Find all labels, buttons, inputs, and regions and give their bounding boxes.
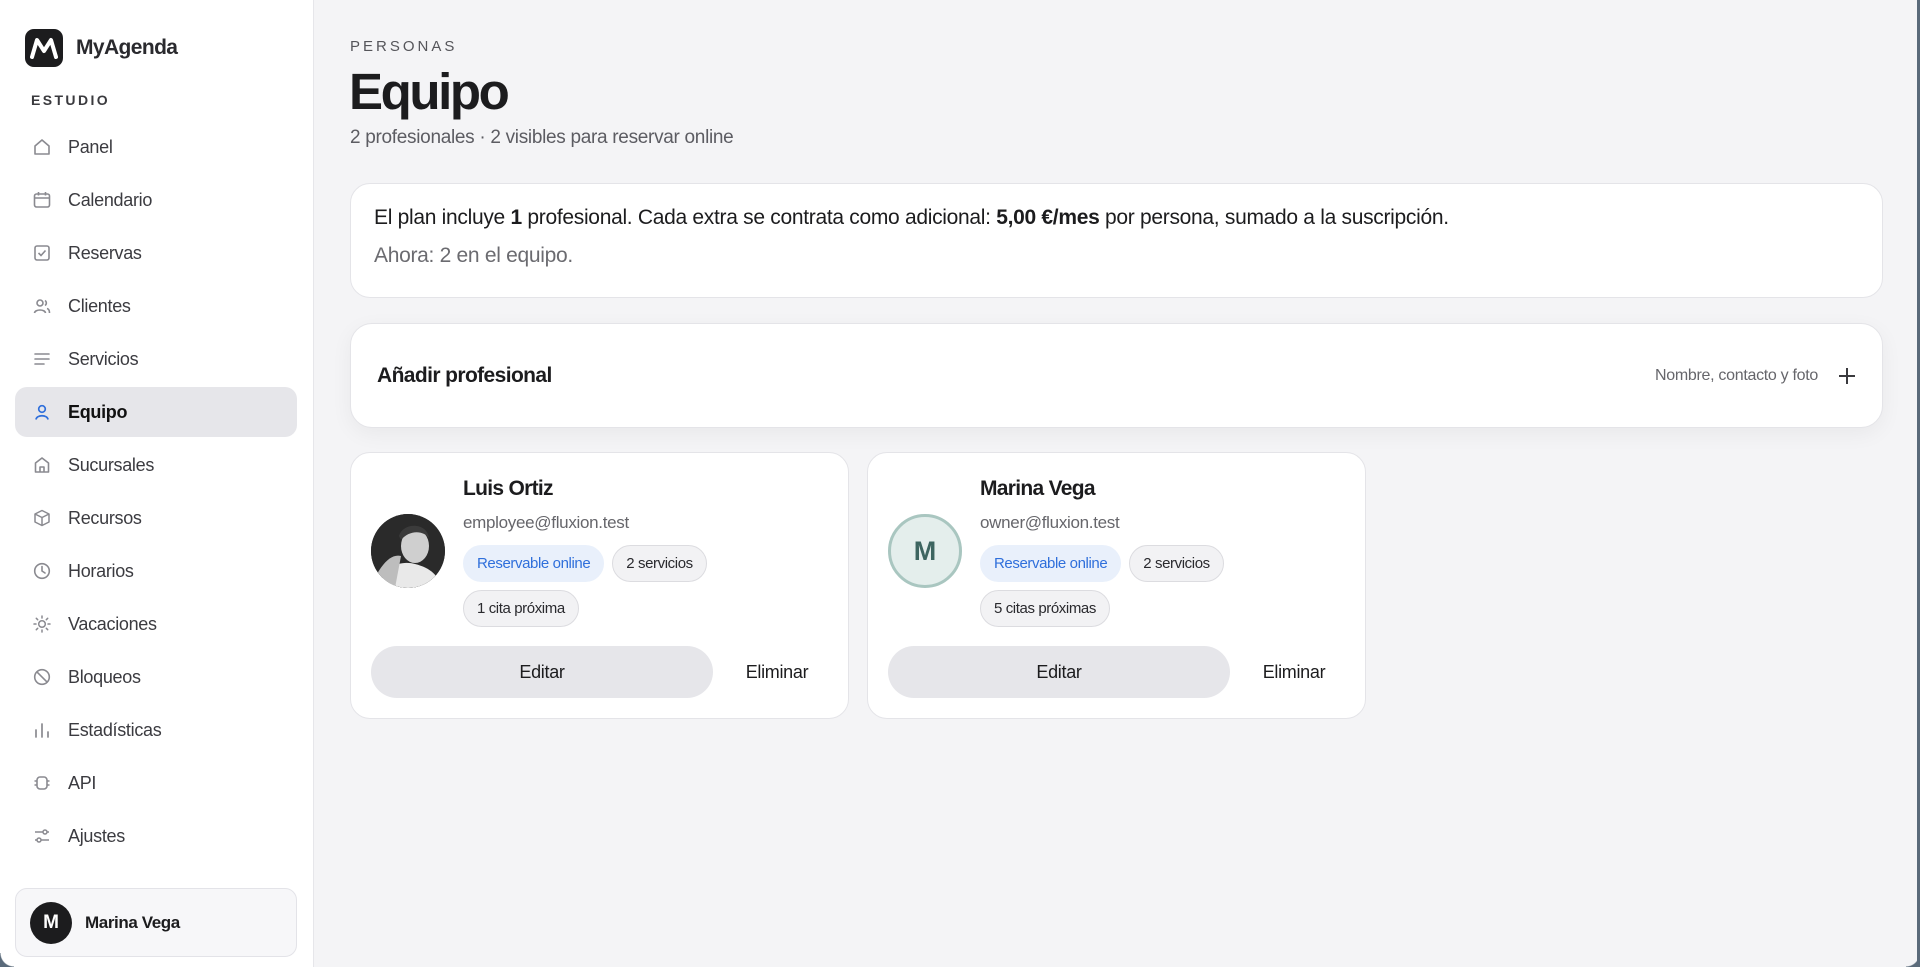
- plan-text: por persona, sumado a la suscripción.: [1099, 206, 1449, 229]
- home-icon: [32, 137, 52, 157]
- sliders-icon: [32, 826, 52, 846]
- member-email: owner@fluxion.test: [980, 513, 1120, 532]
- member-email: employee@fluxion.test: [463, 513, 629, 532]
- team-member-card: Luis Ortiz employee@fluxion.test Reserva…: [350, 452, 849, 719]
- calendar-icon: [32, 190, 52, 210]
- users-icon: [32, 296, 52, 316]
- page-title: Equipo: [349, 63, 510, 120]
- sidebar-item-bloqueos[interactable]: Bloqueos: [15, 652, 297, 702]
- sidebar-item-estadisticas[interactable]: Estadísticas: [15, 705, 297, 755]
- sidebar-item-recursos[interactable]: Recursos: [15, 493, 297, 543]
- sidebar-item-reservas[interactable]: Reservas: [15, 228, 297, 278]
- appointments-badge: 1 cita próxima: [463, 590, 579, 627]
- clock-icon: [32, 561, 52, 581]
- sidebar-item-label: Clientes: [68, 295, 131, 316]
- sidebar-item-label: API: [68, 772, 97, 793]
- sidebar-item-label: Bloqueos: [68, 666, 141, 687]
- profile-photo-icon: [371, 514, 445, 588]
- sidebar-item-panel[interactable]: Panel: [15, 122, 297, 172]
- sidebar-item-calendario[interactable]: Calendario: [15, 175, 297, 225]
- list-icon: [32, 349, 52, 369]
- status-badge: Reservable online: [463, 545, 605, 582]
- sidebar-item-equipo[interactable]: Equipo: [15, 387, 297, 437]
- plan-info-card: El plan incluye 1 profesional. Cada extr…: [350, 183, 1883, 298]
- user-icon: [32, 402, 52, 422]
- plus-icon[interactable]: [1838, 367, 1856, 385]
- edit-button[interactable]: Editar: [371, 646, 713, 698]
- sidebar-section-label: ESTUDIO: [31, 92, 111, 108]
- sidebar-item-label: Recursos: [68, 507, 142, 528]
- user-menu[interactable]: M Marina Vega: [15, 888, 297, 957]
- sidebar-item-label: Estadísticas: [68, 719, 162, 740]
- building-icon: [32, 455, 52, 475]
- window-frame-corner: [0, 953, 14, 967]
- plan-current-count: Ahora: 2 en el equipo.: [374, 244, 573, 267]
- services-badge: 2 servicios: [1129, 545, 1224, 582]
- member-name: Luis Ortiz: [463, 477, 554, 500]
- edit-button[interactable]: Editar: [888, 646, 1230, 698]
- plan-text: profesional. Cada extra se contrata como…: [521, 206, 997, 229]
- sidebar-item-label: Servicios: [68, 348, 139, 369]
- delete-button[interactable]: Eliminar: [723, 646, 831, 698]
- add-professional-title: Añadir profesional: [377, 363, 552, 387]
- plan-included-count: 1: [510, 206, 522, 229]
- avatar: M: [30, 901, 72, 944]
- sidebar-item-vacaciones[interactable]: Vacaciones: [15, 599, 297, 649]
- services-badge: 2 servicios: [612, 545, 707, 582]
- brand[interactable]: MyAgenda: [25, 29, 178, 67]
- sidebar-nav: Panel Calendario Reservas Clientes Servi…: [15, 122, 297, 864]
- sidebar: MyAgenda ESTUDIO Panel Calendario Reserv…: [0, 0, 314, 967]
- sidebar-item-label: Reservas: [68, 242, 142, 263]
- brand-name: MyAgenda: [76, 36, 178, 59]
- appointments-badge: 5 citas próximas: [980, 590, 1110, 627]
- box-icon: [32, 508, 52, 528]
- sidebar-item-label: Vacaciones: [68, 613, 157, 634]
- bar-chart-icon: [32, 720, 52, 740]
- member-chips: Reservable online 2 servicios 5 citas pr…: [980, 545, 1250, 627]
- sidebar-item-servicios[interactable]: Servicios: [15, 334, 297, 384]
- main-content: PERSONAS Equipo 2 profesionales · 2 visi…: [314, 0, 1920, 967]
- add-professional-hint: Nombre, contacto y foto: [1655, 366, 1818, 384]
- team-member-card: M Marina Vega owner@fluxion.test Reserva…: [867, 452, 1366, 719]
- page-subtitle: 2 profesionales · 2 visibles para reserv…: [350, 127, 734, 148]
- add-professional-toggle[interactable]: Añadir profesional Nombre, contacto y fo…: [350, 323, 1883, 428]
- page-eyebrow: PERSONAS: [350, 38, 458, 55]
- api-icon: [32, 773, 52, 793]
- sidebar-item-label: Calendario: [68, 189, 153, 210]
- sidebar-item-ajustes[interactable]: Ajustes: [15, 811, 297, 861]
- sidebar-item-horarios[interactable]: Horarios: [15, 546, 297, 596]
- member-name: Marina Vega: [980, 477, 1096, 500]
- sidebar-item-label: Panel: [68, 136, 113, 157]
- delete-button[interactable]: Eliminar: [1240, 646, 1348, 698]
- sidebar-item-api[interactable]: API: [15, 758, 297, 808]
- sidebar-item-sucursales[interactable]: Sucursales: [15, 440, 297, 490]
- status-badge: Reservable online: [980, 545, 1122, 582]
- member-chips: Reservable online 2 servicios 1 cita pró…: [463, 545, 733, 627]
- avatar: [371, 514, 445, 588]
- add-professional-right: Nombre, contacto y foto: [1655, 367, 1856, 385]
- avatar: M: [888, 514, 962, 588]
- sidebar-item-clientes[interactable]: Clientes: [15, 281, 297, 331]
- sidebar-item-label: Ajustes: [68, 825, 125, 846]
- plan-description: El plan incluye 1 profesional. Cada extr…: [374, 206, 1859, 230]
- sidebar-item-label: Sucursales: [68, 454, 155, 475]
- plan-extra-price: 5,00 €/mes: [996, 206, 1100, 229]
- sidebar-item-label: Horarios: [68, 560, 134, 581]
- window-frame-corner: [1906, 953, 1920, 967]
- sun-icon: [32, 614, 52, 634]
- app-root: MyAgenda ESTUDIO Panel Calendario Reserv…: [0, 0, 1920, 967]
- plan-text: El plan incluye: [374, 206, 511, 229]
- user-name: Marina Vega: [85, 912, 180, 932]
- ban-icon: [32, 667, 52, 687]
- sidebar-item-label: Equipo: [68, 401, 128, 422]
- brand-logo-icon: [25, 29, 63, 67]
- checkbox-icon: [32, 243, 52, 263]
